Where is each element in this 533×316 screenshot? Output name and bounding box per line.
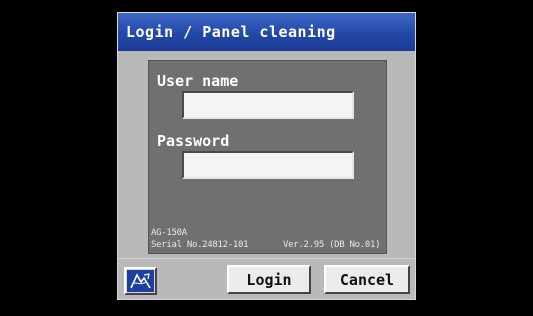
device-model: AG-150A xyxy=(151,228,187,238)
device-serial: Serial No.24812-101 xyxy=(151,240,249,250)
login-panel: User name Password AG-150A Serial No.248… xyxy=(148,60,387,254)
username-label: User name xyxy=(157,72,239,90)
password-input[interactable] xyxy=(182,151,354,179)
login-button[interactable]: Login xyxy=(227,265,311,294)
password-label: Password xyxy=(157,132,230,150)
login-dialog: Login / Panel cleaning User name Passwor… xyxy=(117,12,416,300)
dialog-title: Login / Panel cleaning xyxy=(118,13,415,51)
cancel-button[interactable]: Cancel xyxy=(324,265,410,294)
software-version: Ver.2.95 (DB No.01) xyxy=(283,240,381,250)
button-bar: Login Cancel xyxy=(118,258,415,299)
panel-cleaning-button[interactable] xyxy=(124,267,157,295)
panel-cleaning-icon xyxy=(127,270,154,292)
username-input[interactable] xyxy=(182,91,354,119)
